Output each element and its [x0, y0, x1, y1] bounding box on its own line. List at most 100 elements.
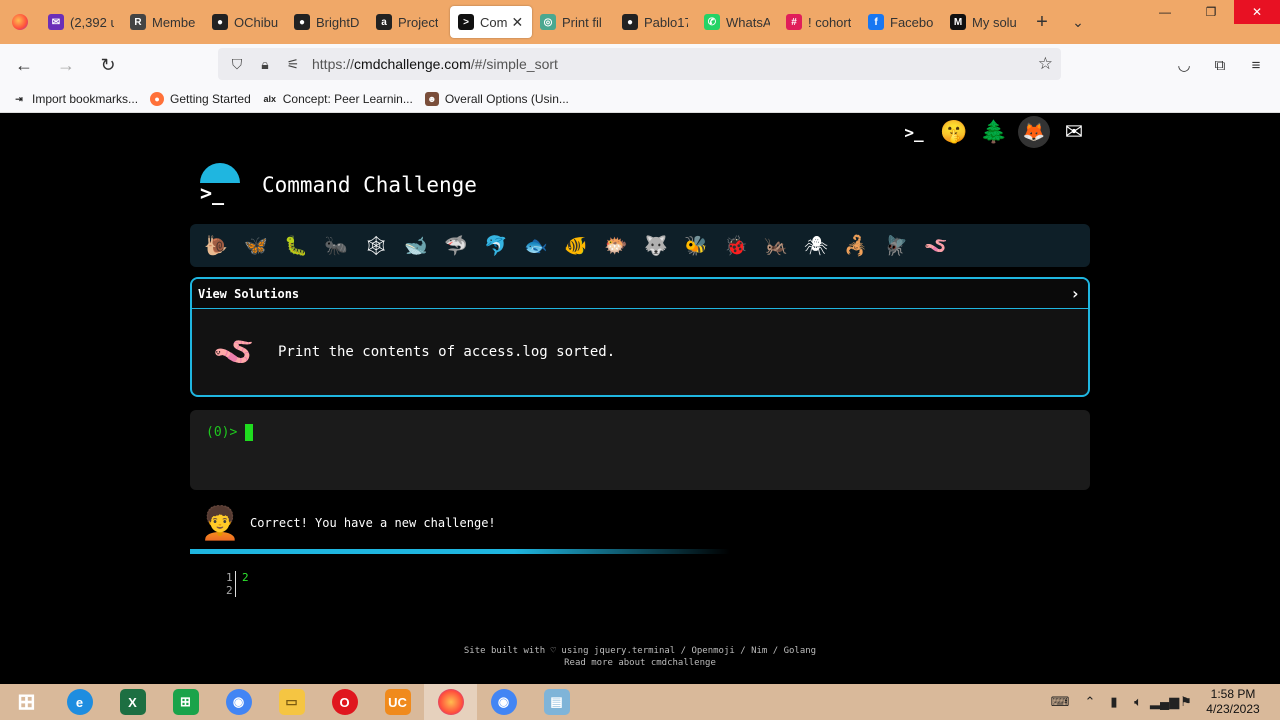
- close-tab-icon[interactable]: ✕: [511, 14, 523, 31]
- level-11-icon[interactable]: 🐡: [596, 229, 636, 263]
- reload-button[interactable]: ↻: [90, 47, 126, 83]
- level-2-icon[interactable]: 🦋: [236, 229, 276, 263]
- level-1-icon[interactable]: 🐌: [196, 229, 236, 263]
- level-8-icon[interactable]: 🐬: [476, 229, 516, 263]
- bookmark-getting-started[interactable]: ● Getting Started: [150, 92, 251, 106]
- network-icon[interactable]: ▂▄▆: [1150, 694, 1179, 710]
- battery-icon[interactable]: ▮: [1102, 694, 1126, 710]
- bookmark-overall-options[interactable]: ☻ Overall Options (Usin...: [424, 92, 569, 106]
- logo-icon[interactable]: >_: [196, 163, 242, 207]
- start-button[interactable]: ⊞: [0, 684, 53, 720]
- gitlab-icon[interactable]: 🦊: [1018, 116, 1050, 148]
- bookmark-import[interactable]: ⇥ Import bookmarks...: [12, 92, 138, 106]
- tab-10[interactable]: f Facebo: [860, 6, 942, 38]
- chevron-right-icon[interactable]: ›: [1070, 284, 1080, 303]
- level-9-icon[interactable]: 🐟: [516, 229, 556, 263]
- taskbar-excel[interactable]: X: [106, 684, 159, 720]
- tab-6[interactable]: ◎ Print fil: [532, 6, 614, 38]
- lock-icon[interactable]: 🔒︎: [256, 56, 274, 73]
- taskbar-opera[interactable]: O: [318, 684, 371, 720]
- forward-button[interactable]: →: [48, 47, 84, 83]
- menu-icon[interactable]: ≡: [1238, 47, 1274, 83]
- taskbar-notepad[interactable]: ▤: [530, 684, 583, 720]
- keyboard-icon[interactable]: ⌨: [1042, 694, 1078, 710]
- volume-icon[interactable]: 🔈︎: [1126, 694, 1150, 710]
- url-path: /#/simple_sort: [470, 56, 558, 72]
- terminal-input[interactable]: (0)>: [190, 410, 1090, 490]
- view-solutions-header[interactable]: View Solutions ›: [192, 279, 1088, 309]
- taskbar-explorer[interactable]: ▭: [265, 684, 318, 720]
- tab-8[interactable]: ✆ WhatsA: [696, 6, 778, 38]
- taskbar-edge[interactable]: e: [53, 684, 106, 720]
- tab-9[interactable]: # ! cohort: [778, 6, 860, 38]
- tab-3[interactable]: ● BrightD: [286, 6, 368, 38]
- firefox-icon: ●: [150, 92, 165, 106]
- bookmark-concept[interactable]: alx Concept: Peer Learnin...: [263, 92, 412, 106]
- permissions-icon[interactable]: ⚟: [284, 56, 302, 73]
- new-tab-button[interactable]: +: [1024, 11, 1060, 34]
- nav-bar: ← → ↻ ⛉ 🔒︎ ⚟ https://cmdchallenge.com/#/…: [0, 44, 1280, 86]
- tab-2[interactable]: ● OChibu: [204, 6, 286, 38]
- line-numbers: 1 2: [226, 571, 236, 597]
- url-bar[interactable]: ⛉ 🔒︎ ⚟ https://cmdchallenge.com/#/simple…: [218, 48, 1061, 80]
- shushing-face-icon[interactable]: 🤫: [938, 116, 970, 148]
- clock-date: 4/23/2023: [1206, 702, 1260, 716]
- shield-icon[interactable]: ⛉: [228, 56, 246, 73]
- level-19-icon[interactable]: 🪱: [916, 229, 956, 263]
- tab-label: ! cohort: [808, 14, 852, 30]
- level-3-icon[interactable]: 🐛: [276, 229, 316, 263]
- close-window-button[interactable]: ✕: [1234, 0, 1280, 24]
- github-icon: ●: [294, 14, 310, 30]
- store-icon: ⊞: [172, 689, 199, 715]
- mail-icon[interactable]: ✉: [1058, 116, 1090, 148]
- level-17-icon[interactable]: 🦂: [836, 229, 876, 263]
- tab-1[interactable]: R Membe: [122, 6, 204, 38]
- tab-0[interactable]: ✉ (2,392 u: [40, 6, 122, 38]
- tab-label: (2,392 u: [70, 14, 114, 30]
- tab-label: Facebo: [890, 14, 934, 30]
- taskbar-chrome-2[interactable]: ◉: [477, 684, 530, 720]
- level-6-icon[interactable]: 🐋: [396, 229, 436, 263]
- output-viewer: 1 2 2: [226, 571, 249, 597]
- taskbar-store[interactable]: ⊞: [159, 684, 212, 720]
- tab-5[interactable]: > Com ✕: [450, 6, 532, 38]
- window-controls: — ❐ ✕: [1142, 0, 1280, 24]
- level-10-icon[interactable]: 🐠: [556, 229, 596, 263]
- clock[interactable]: 1:58 PM 4/23/2023: [1198, 687, 1268, 717]
- challenge-text: Print the contents of access.log sorted.: [278, 344, 616, 360]
- taskbar-firefox[interactable]: [424, 684, 477, 720]
- back-button[interactable]: ←: [6, 47, 42, 83]
- tab-label: BrightD: [316, 14, 360, 30]
- tab-11[interactable]: M My solu: [942, 6, 1024, 38]
- terminal-icon[interactable]: >_: [898, 116, 930, 148]
- footer-credits: Site built with ♡ using jquery.terminal …: [463, 646, 817, 656]
- bookmark-star-icon[interactable]: ☆: [1038, 54, 1053, 74]
- level-14-icon[interactable]: 🐞: [716, 229, 756, 263]
- footer-read-more-link[interactable]: Read more about cmdchallenge: [0, 657, 1280, 669]
- minimize-button[interactable]: —: [1142, 0, 1188, 24]
- tab-4[interactable]: a Project: [368, 6, 450, 38]
- list-all-tabs-icon[interactable]: ⌄: [1060, 14, 1096, 31]
- level-15-icon[interactable]: 🦗: [756, 229, 796, 263]
- tab-7[interactable]: ● Pablo17: [614, 6, 696, 38]
- level-5-icon[interactable]: 🕸: [356, 229, 396, 263]
- progress-bar: [190, 549, 730, 554]
- firefox-menu-icon[interactable]: [0, 0, 40, 44]
- pocket-icon[interactable]: ◡: [1166, 47, 1202, 83]
- level-13-icon[interactable]: 🐝: [676, 229, 716, 263]
- tab-label: OChibu: [234, 14, 278, 30]
- taskbar-uc[interactable]: UC: [371, 684, 424, 720]
- level-16-icon[interactable]: 🕷: [796, 229, 836, 263]
- level-12-icon[interactable]: 🐺: [636, 229, 676, 263]
- github-icon: ●: [212, 14, 228, 30]
- restore-button[interactable]: ❐: [1188, 0, 1234, 24]
- tree-icon[interactable]: 🌲: [978, 116, 1010, 148]
- show-hidden-icons[interactable]: ⌃: [1078, 694, 1102, 710]
- windows-icon: ⊞: [17, 689, 36, 714]
- flag-icon[interactable]: ⚑: [1174, 694, 1198, 710]
- level-18-icon[interactable]: 🪰: [876, 229, 916, 263]
- extensions-icon[interactable]: ⧉: [1202, 47, 1238, 83]
- level-4-icon[interactable]: 🐜: [316, 229, 356, 263]
- level-7-icon[interactable]: 🦈: [436, 229, 476, 263]
- taskbar-chrome-1[interactable]: ◉: [212, 684, 265, 720]
